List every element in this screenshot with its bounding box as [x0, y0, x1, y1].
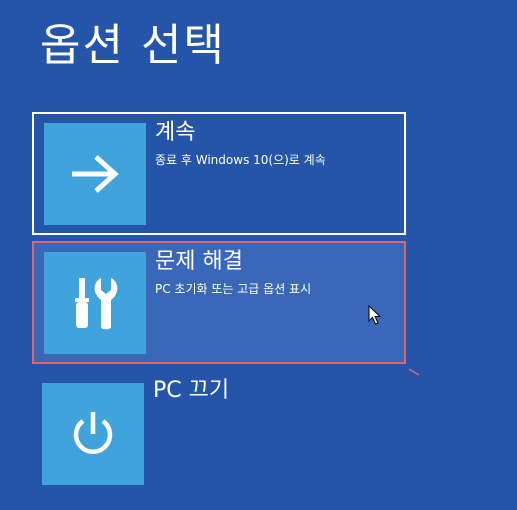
turn-off-label: PC 끄기	[153, 378, 230, 403]
turn-off-tile	[42, 383, 144, 485]
arrow-right-icon	[72, 155, 119, 193]
selection-corner-mark	[408, 368, 420, 376]
troubleshoot-option[interactable]: 문제 해결 PC 초기화 또는 고급 옵션 표시	[32, 241, 406, 364]
continue-tile	[44, 123, 146, 225]
continue-description: 종료 후 Windows 10(으)로 계속	[155, 153, 326, 167]
recovery-screen: 옵션 선택 계속 종료 후 Windows 10(으)로 계속 문제 해결 PC…	[0, 0, 517, 510]
turn-off-option[interactable]: PC 끄기	[32, 372, 406, 510]
mouse-cursor-icon	[368, 305, 382, 325]
continue-label: 계속	[155, 120, 196, 145]
page-title: 옵션 선택	[40, 20, 226, 71]
troubleshoot-description: PC 초기화 또는 고급 옵션 표시	[155, 282, 312, 296]
troubleshoot-tile	[44, 252, 146, 354]
troubleshoot-label: 문제 해결	[155, 249, 243, 274]
power-icon	[73, 412, 113, 454]
continue-option[interactable]: 계속 종료 후 Windows 10(으)로 계속	[32, 112, 406, 235]
tools-icon	[75, 278, 118, 330]
